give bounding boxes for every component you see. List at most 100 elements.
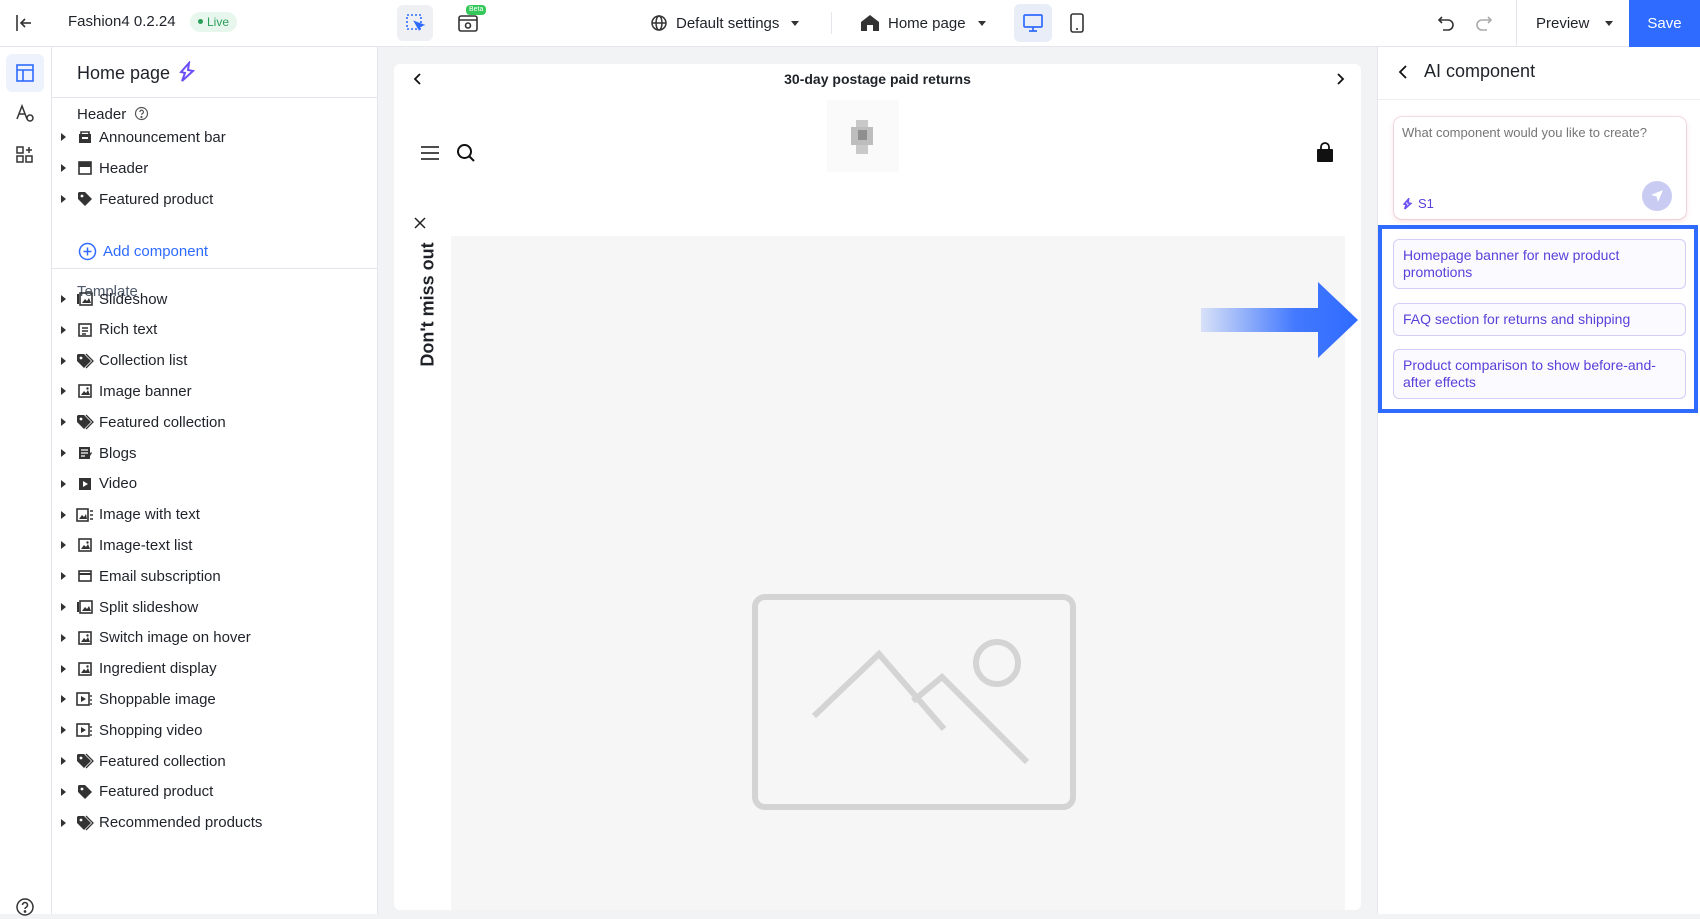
store-preview: 30-day postage paid returns Don't miss o… [394, 64, 1361, 910]
expand-caret-icon[interactable] [61, 633, 66, 642]
component-row[interactable]: Collection list [52, 346, 378, 376]
component-label: Video [99, 475, 138, 493]
tag-icon [76, 783, 94, 801]
component-row[interactable]: Featured collection [52, 407, 378, 437]
add-component-button[interactable]: Add component [78, 242, 208, 261]
back-icon[interactable] [1398, 64, 1410, 79]
store-logo[interactable] [827, 100, 899, 172]
component-label: Recommended products [99, 814, 263, 832]
divider [52, 268, 378, 269]
expand-caret-icon[interactable] [61, 325, 66, 334]
send-button[interactable] [1642, 181, 1672, 211]
component-row[interactable]: Featured collection [52, 746, 378, 776]
menu-icon[interactable] [420, 144, 440, 162]
expand-caret-icon[interactable] [61, 572, 66, 581]
component-row[interactable]: Slideshow [52, 284, 378, 314]
expand-caret-icon[interactable] [61, 195, 66, 203]
expand-caret-icon[interactable] [61, 449, 66, 457]
expand-caret-icon[interactable] [61, 387, 66, 396]
close-icon[interactable] [413, 216, 427, 230]
ai-sparkle-icon[interactable] [177, 61, 199, 83]
component-row[interactable]: Video [52, 469, 378, 499]
save-button[interactable]: Save [1629, 0, 1700, 47]
component-row[interactable]: Featured product [52, 184, 378, 214]
help-icon[interactable] [13, 895, 37, 919]
page-dropdown[interactable]: Home page [860, 11, 986, 35]
component-row[interactable]: Image banner [52, 376, 378, 406]
mobile-view-icon[interactable] [1058, 4, 1096, 42]
expand-caret-icon[interactable] [61, 726, 66, 735]
component-row[interactable]: Recommended products [52, 808, 378, 838]
settings-label: Default settings [676, 14, 780, 32]
component-row[interactable]: Image-text list [52, 530, 378, 560]
component-row[interactable]: Ingredient display [52, 654, 378, 684]
slideshow-icon [76, 598, 94, 616]
component-row[interactable]: Split slideshow [52, 592, 378, 622]
image-text-icon [76, 506, 94, 524]
component-row[interactable]: Announcement bar [52, 122, 378, 152]
expand-caret-icon[interactable] [61, 133, 66, 141]
select-element-icon[interactable] [397, 5, 433, 41]
component-row[interactable]: Blogs [52, 438, 378, 468]
header-icon [76, 159, 94, 177]
component-row[interactable]: Switch image on hover [52, 623, 378, 653]
expand-caret-icon[interactable] [61, 356, 66, 365]
suggestion-chip[interactable]: Product comparison to show before-and-af… [1393, 349, 1686, 399]
image-icon [76, 536, 94, 554]
component-row[interactable]: Featured product [52, 777, 378, 807]
undo-icon[interactable] [1434, 11, 1458, 35]
theme-style-icon[interactable] [6, 95, 44, 133]
announcement-bar: 30-day postage paid returns [394, 64, 1361, 96]
expand-caret-icon[interactable] [61, 757, 66, 765]
popup-label: Don't miss out [417, 242, 438, 367]
page-label: Home page [888, 14, 966, 32]
expand-caret-icon[interactable] [61, 510, 66, 519]
exit-icon[interactable] [12, 11, 36, 35]
expand-caret-icon[interactable] [61, 664, 66, 673]
preview-dropdown[interactable]: Preview [1536, 11, 1614, 35]
component-row[interactable]: Email subscription [52, 561, 378, 591]
model-label: S1 [1418, 196, 1434, 211]
expand-caret-icon[interactable] [61, 603, 66, 611]
layout-icon[interactable] [6, 54, 44, 92]
chevron-down-icon [977, 20, 986, 26]
component-label: Collection list [99, 352, 188, 370]
cart-icon[interactable] [1315, 142, 1335, 164]
expand-caret-icon[interactable] [61, 787, 66, 796]
app-title: Fashion4 0.2.24 [68, 13, 176, 30]
component-row[interactable]: Shoppable image [52, 684, 378, 714]
expand-caret-icon[interactable] [61, 164, 66, 172]
popup-tab[interactable]: Don't miss out [413, 234, 446, 386]
component-row[interactable]: Header [52, 153, 378, 183]
desktop-view-icon[interactable] [1014, 4, 1052, 42]
bell-icon [76, 128, 94, 146]
search-icon[interactable] [456, 143, 476, 163]
expand-caret-icon[interactable] [61, 479, 66, 488]
expand-caret-icon[interactable] [61, 295, 66, 303]
info-icon[interactable] [134, 106, 149, 121]
expand-caret-icon[interactable] [61, 818, 66, 827]
plus-circle-icon [78, 242, 97, 261]
header-group-label: Header [77, 106, 149, 123]
suggestion-chip[interactable]: Homepage banner for new product promotio… [1393, 239, 1686, 289]
component-row[interactable]: Shopping video [52, 715, 378, 745]
redo-icon[interactable] [1472, 11, 1496, 35]
component-row[interactable]: Rich text [52, 315, 378, 345]
expand-caret-icon[interactable] [61, 695, 66, 704]
ai-component-panel: AI component S1 [1377, 47, 1700, 914]
expand-caret-icon[interactable] [61, 541, 66, 550]
component-row[interactable]: Image with text [52, 500, 378, 530]
chevron-right-icon[interactable] [1333, 72, 1347, 86]
settings-dropdown[interactable]: Default settings [650, 11, 800, 35]
component-label: Switch image on hover [99, 629, 251, 647]
apps-icon[interactable] [6, 136, 44, 174]
suggestion-chip[interactable]: FAQ section for returns and shipping [1393, 303, 1686, 336]
expand-caret-icon[interactable] [61, 418, 66, 427]
panel-title: AI component [1424, 61, 1536, 81]
shoppable-icon [76, 690, 94, 708]
component-label: Featured collection [99, 413, 226, 431]
preview-label: Preview [1536, 14, 1590, 32]
model-selector[interactable]: S1 [1402, 196, 1434, 211]
prompt-input[interactable] [1402, 125, 1678, 175]
chevron-down-icon [791, 20, 800, 26]
